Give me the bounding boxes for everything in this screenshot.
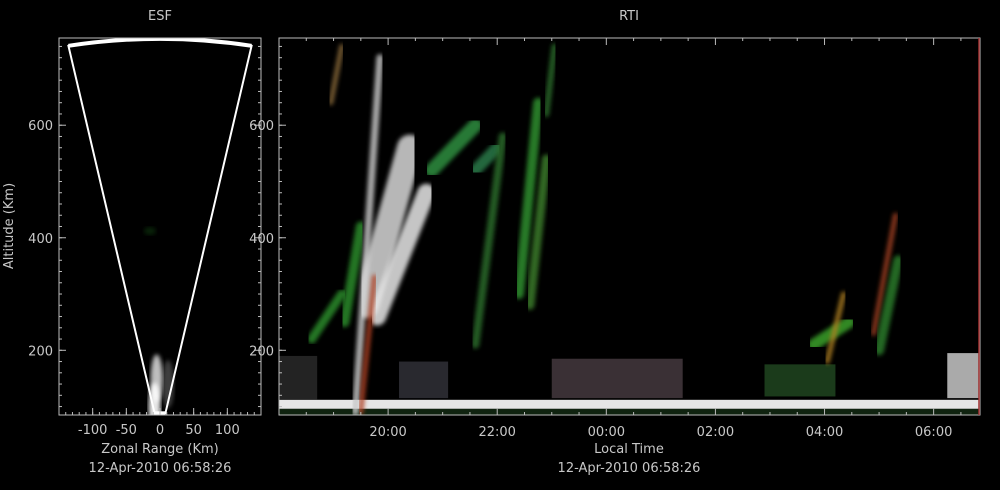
rti-xlabel: Local Time bbox=[594, 442, 664, 457]
esf-xtick-label: -50 bbox=[116, 423, 137, 438]
rti-plume bbox=[424, 118, 483, 178]
esf-xtick-label: 0 bbox=[156, 423, 164, 438]
esf-xlabel: Zonal Range (Km) bbox=[101, 442, 218, 457]
rti-plume bbox=[307, 289, 347, 344]
rti-band bbox=[399, 361, 449, 399]
esf-xtick-label: 50 bbox=[185, 423, 202, 438]
rti-ytick-label: 600 bbox=[249, 119, 274, 134]
esf-ytick-label: 400 bbox=[28, 232, 53, 247]
esf-ylabel: Altitude (Km) bbox=[2, 183, 17, 269]
rti-band bbox=[279, 355, 318, 400]
rti-band bbox=[764, 364, 836, 397]
esf-axis-ticks: -100 -50 0 50 100 200 400 600 bbox=[28, 45, 261, 438]
esf-xtick-label: -100 bbox=[78, 423, 108, 438]
rti-xtick-label: 22:00 bbox=[478, 425, 515, 440]
rti-band bbox=[279, 408, 980, 415]
rti-plume bbox=[874, 255, 904, 356]
esf-plot-area bbox=[67, 38, 253, 415]
rti-subtitle: 12-Apr-2010 06:58:26 bbox=[558, 461, 701, 476]
rti-xtick-label: 06:00 bbox=[915, 425, 952, 440]
rti-band bbox=[551, 358, 683, 399]
rti-title: RTI bbox=[619, 9, 639, 24]
esf-fan-arc bbox=[68, 38, 252, 48]
rti-plot-area bbox=[279, 43, 980, 415]
esf-ytick-label: 200 bbox=[28, 344, 53, 359]
rti-plume bbox=[328, 43, 345, 106]
esf-frame bbox=[58, 37, 262, 416]
esf-panel: ESF -100 -50 0 50 100 200 400 600 Zonal Range (… bbox=[2, 9, 262, 476]
rti-plume bbox=[543, 43, 558, 117]
rti-ytick-label: 200 bbox=[249, 344, 274, 359]
rti-plume bbox=[469, 141, 504, 177]
esf-echo bbox=[143, 227, 156, 236]
rti-ytick-label: 400 bbox=[249, 232, 274, 247]
rti-xtick-label: 00:00 bbox=[588, 425, 625, 440]
esf-ytick-label: 600 bbox=[28, 119, 53, 134]
esf-xtick-label: 100 bbox=[215, 423, 240, 438]
rti-panel: RTI 20:00 22:00 00:00 02:00 04:00 06:00 200 400… bbox=[249, 9, 981, 476]
rti-band bbox=[947, 353, 980, 399]
rti-xtick-label: 04:00 bbox=[806, 425, 843, 440]
figure: ESF -100 -50 0 50 100 200 400 600 Zonal Range (… bbox=[2, 9, 981, 476]
esf-fan-outline bbox=[67, 38, 253, 415]
rti-xtick-label: 20:00 bbox=[369, 425, 406, 440]
rti-xtick-label: 02:00 bbox=[697, 425, 734, 440]
esf-title: ESF bbox=[148, 9, 172, 24]
rti-band bbox=[279, 399, 980, 409]
esf-subtitle: 12-Apr-2010 06:58:26 bbox=[89, 461, 232, 476]
